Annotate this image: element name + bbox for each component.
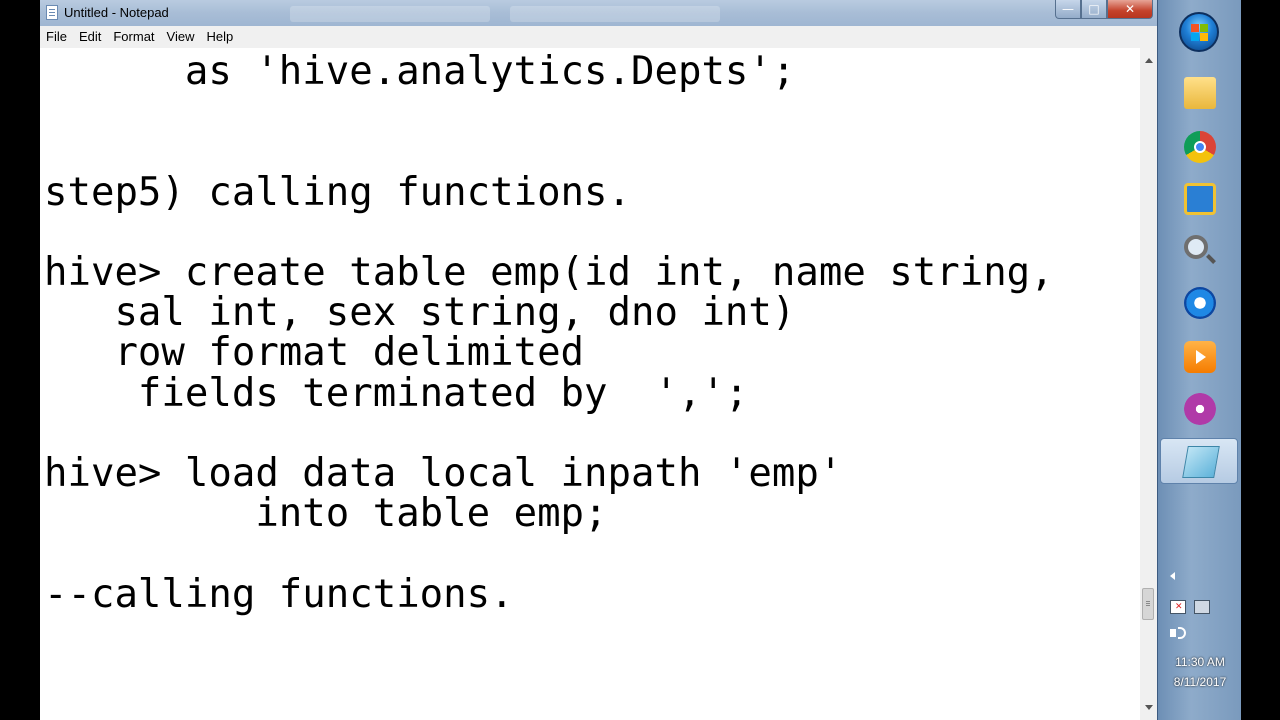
clock-date: 8/11/2017 (1173, 675, 1227, 689)
maximize-button[interactable]: □ (1081, 0, 1107, 19)
scrollbar-thumb[interactable] (1142, 588, 1154, 620)
media-player-icon (1184, 341, 1216, 373)
taskbar-chrome[interactable] (1160, 124, 1238, 170)
search-icon (1184, 235, 1208, 259)
background-window-ghost (290, 6, 490, 22)
internet-explorer-icon (1184, 287, 1216, 319)
show-hidden-icons-arrow-icon[interactable] (1170, 572, 1175, 580)
taskbar-internet-explorer[interactable] (1160, 280, 1238, 326)
clock[interactable]: 11:30 AM 8/11/2017 (1158, 652, 1242, 692)
taskbar-search[interactable] (1160, 228, 1238, 274)
clock-time: 11:30 AM (1175, 655, 1225, 669)
menu-bar: File Edit Format View Help (40, 26, 1157, 49)
windows-logo-icon (1191, 24, 1208, 41)
background-window-ghost (510, 6, 720, 22)
menu-view[interactable]: View (161, 26, 201, 48)
text-editor-area[interactable]: as 'hive.analytics.Depts'; step5) callin… (40, 48, 1140, 720)
flower-app-icon (1184, 393, 1216, 425)
window-controls: — □ ✕ (1055, 0, 1153, 20)
action-center-flag-icon[interactable] (1170, 600, 1186, 614)
taskbar-flower-app[interactable] (1160, 386, 1238, 432)
menu-file[interactable]: File (40, 26, 73, 48)
notepad-window: Untitled - Notepad — □ ✕ File Edit Forma… (40, 0, 1157, 720)
taskbar: 11:30 AM 8/11/2017 (1157, 0, 1241, 720)
menu-help[interactable]: Help (200, 26, 239, 48)
volume-icon[interactable] (1170, 626, 1188, 640)
close-button[interactable]: ✕ (1107, 0, 1153, 19)
virtualbox-icon (1184, 183, 1216, 215)
taskbar-media-player[interactable] (1160, 334, 1238, 380)
menu-edit[interactable]: Edit (73, 26, 107, 48)
menu-format[interactable]: Format (107, 26, 160, 48)
scroll-down-arrow-icon[interactable] (1140, 699, 1157, 716)
title-bar[interactable]: Untitled - Notepad — □ ✕ (40, 0, 1157, 26)
notepad-icon (1182, 446, 1220, 478)
editor-text[interactable]: as 'hive.analytics.Depts'; step5) callin… (44, 51, 1054, 615)
window-title: Untitled - Notepad (64, 5, 169, 20)
system-tray: 11:30 AM 8/11/2017 (1158, 560, 1242, 720)
vertical-scrollbar[interactable] (1140, 48, 1157, 720)
folder-icon (1184, 77, 1216, 109)
taskbar-virtualbox[interactable] (1160, 176, 1238, 222)
taskbar-folder[interactable] (1160, 70, 1238, 116)
scroll-up-arrow-icon[interactable] (1140, 52, 1157, 69)
desktop-screen: Untitled - Notepad — □ ✕ File Edit Forma… (0, 0, 1280, 720)
network-icon[interactable] (1194, 600, 1210, 614)
notepad-app-icon[interactable] (46, 5, 58, 20)
minimize-button[interactable]: — (1055, 0, 1081, 19)
start-button[interactable] (1179, 12, 1219, 52)
taskbar-notepad[interactable] (1160, 438, 1238, 484)
screen-edge (1241, 0, 1280, 720)
chrome-icon (1184, 131, 1216, 163)
